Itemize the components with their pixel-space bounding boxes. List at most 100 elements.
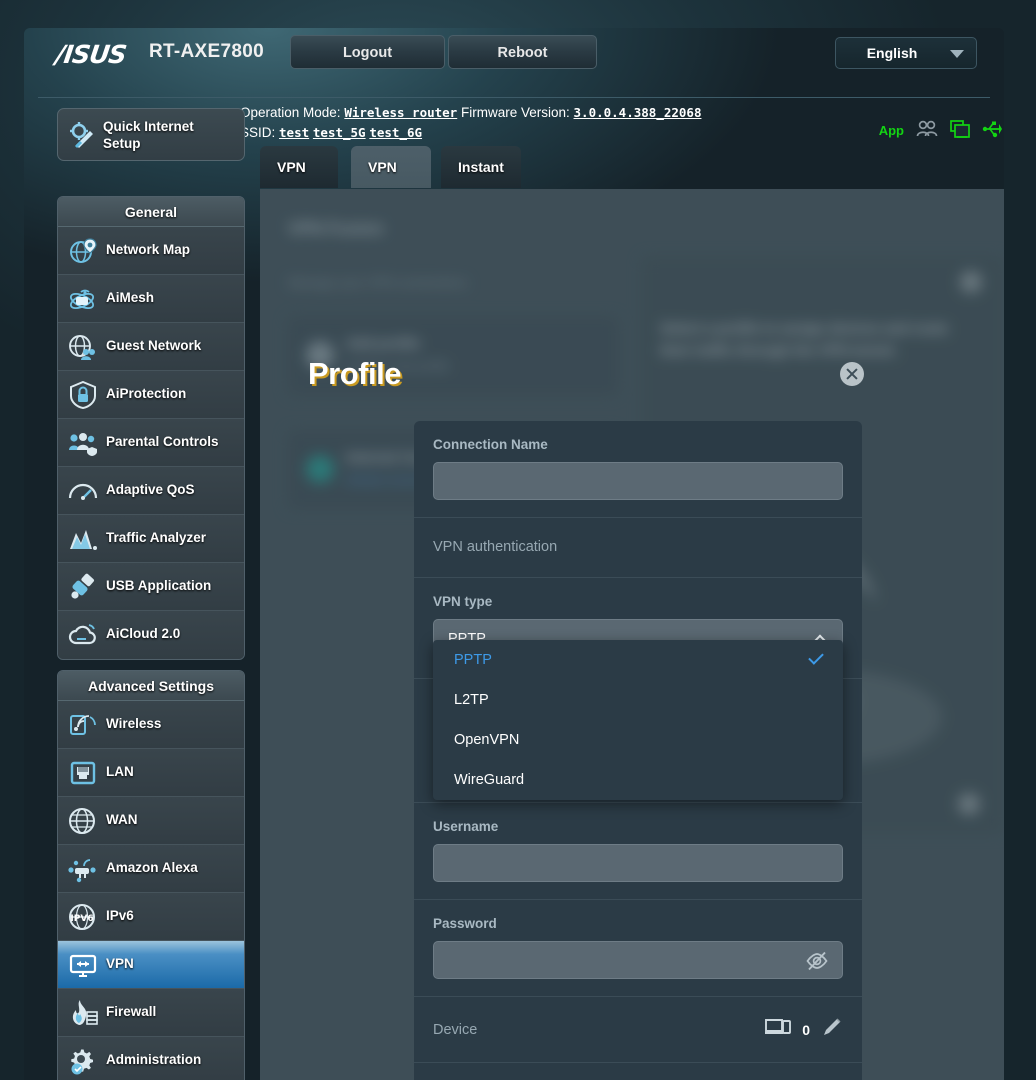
sidebar-label: Guest Network — [106, 338, 202, 353]
sidebar-label: Firewall — [106, 1004, 157, 1019]
username-label: Username — [433, 819, 499, 834]
username-row: Username — [414, 803, 862, 900]
option-label: WireGuard — [454, 772, 525, 788]
device-count: 0 — [802, 1021, 810, 1038]
traffic-analyzer-icon — [68, 525, 98, 553]
sidebar-item-aimesh[interactable]: AiMesh — [58, 275, 244, 323]
sidebar-item-lan[interactable]: LAN — [58, 749, 244, 797]
option-label: L2TP — [454, 692, 489, 708]
dropdown-option-wireguard[interactable]: WireGuard — [433, 760, 843, 800]
usb-icon[interactable] — [982, 120, 1002, 141]
tab-vpn-fusion[interactable]: VPN Fusion — [351, 146, 431, 217]
amazon-alexa-icon — [68, 855, 98, 883]
sidebar-label: Network Map — [106, 242, 191, 257]
pencil-icon[interactable] — [821, 1016, 843, 1043]
firmware-label: Firmware Version: — [460, 105, 570, 120]
firmware-value[interactable]: 3.0.0.4.388_22068 — [574, 105, 702, 120]
password-row: Password — [414, 900, 862, 997]
ssid-2g[interactable]: test — [279, 125, 309, 140]
dropdown-option-pptp[interactable]: PPTP — [433, 640, 843, 680]
sidebar-item-usb-application[interactable]: USB Application — [58, 563, 244, 611]
sidebar-item-network-map[interactable]: Network Map — [58, 227, 244, 275]
devices-icon — [765, 1017, 792, 1042]
sidebar-item-guest-network[interactable]: Guest Network — [58, 323, 244, 371]
ssid-6g[interactable]: test_6G — [369, 125, 422, 140]
content-panel: VPN Fusion Manage your VPN connections A… — [260, 189, 1004, 1080]
sidebar-label: AiProtection — [106, 386, 187, 401]
operation-mode-label: Operation Mode: — [240, 105, 341, 120]
password-input[interactable] — [433, 941, 843, 979]
aimesh-icon — [68, 285, 98, 313]
sidebar-item-wireless[interactable]: Wireless — [58, 701, 244, 749]
sidebar-item-ipv6[interactable]: IPV6 IPv6 — [58, 893, 244, 941]
guest-network-icon — [68, 333, 98, 361]
connection-name-input[interactable] — [433, 462, 843, 500]
system-info-strip: Operation Mode: Wireless router Firmware… — [240, 76, 1004, 140]
usb-devices-icon[interactable] — [950, 120, 970, 141]
sidebar-label: Wireless — [106, 716, 162, 731]
menu-general-heading: General — [58, 197, 244, 227]
sidebar-item-wan[interactable]: WAN — [58, 797, 244, 845]
sidebar-label: Adaptive QoS — [106, 482, 195, 497]
sidebar-label: Traffic Analyzer — [106, 530, 207, 545]
sidebar-item-administration[interactable]: Administration — [58, 1037, 244, 1080]
svg-text:IPV6: IPV6 — [70, 914, 93, 924]
vpn-type-dropdown[interactable]: PPTP L2TP OpenVPN WireGuard — [433, 640, 843, 800]
sidebar-label: Parental Controls — [106, 434, 219, 449]
ssid-label: SSID: — [240, 125, 276, 140]
device-controls: 0 — [765, 1016, 843, 1043]
check-icon — [808, 649, 824, 665]
sidebar-label: Administration — [106, 1052, 202, 1067]
profile-dialog: Connection Name VPN authentication VPN t… — [414, 421, 862, 1080]
ssid-5g[interactable]: test_5G — [313, 125, 366, 140]
sidebar-item-traffic-analyzer[interactable]: Traffic Analyzer — [58, 515, 244, 563]
lan-icon — [68, 759, 98, 787]
operation-mode-value[interactable]: Wireless router — [344, 105, 457, 120]
sidebar-item-parental-controls[interactable]: Parental Controls — [58, 419, 244, 467]
sidebar-label: WAN — [106, 812, 138, 827]
sidebar-item-amazon-alexa[interactable]: Amazon Alexa — [58, 845, 244, 893]
quick-setup-label: Quick Internet Setup — [103, 119, 194, 151]
sidebar-item-adaptive-qos[interactable]: Adaptive QoS — [58, 467, 244, 515]
sidebar-item-vpn[interactable]: VPN — [58, 941, 244, 989]
sidebar-label: IPv6 — [106, 908, 134, 923]
language-selector[interactable]: English — [835, 37, 977, 69]
username-input[interactable] — [433, 844, 843, 882]
asus-logo: /ISUS — [53, 40, 128, 69]
tab-vpn-server[interactable]: VPN Server — [260, 146, 338, 217]
eye-slash-icon[interactable] — [806, 951, 828, 976]
menu-advanced: Advanced Settings Wireless LAN WAN Amazo… — [57, 670, 245, 1080]
wireless-icon — [68, 711, 98, 739]
connection-name-row: Connection Name — [414, 421, 862, 518]
dropdown-option-openvpn[interactable]: OpenVPN — [433, 720, 843, 760]
sidebar-item-aicloud[interactable]: AiCloud 2.0 — [58, 611, 244, 659]
device-label: Device — [433, 1021, 478, 1038]
close-icon[interactable] — [840, 362, 864, 386]
wan-globe-icon — [68, 807, 98, 835]
vpn-type-row: VPN type PPTP PPTP L2TP OpenVPN WireGuar… — [414, 578, 862, 800]
quick-internet-setup-button[interactable]: Quick Internet Setup — [57, 108, 245, 161]
aiprotection-shield-icon — [68, 380, 98, 410]
sidebar-item-firewall[interactable]: Firewall — [58, 989, 244, 1037]
sidebar-label: VPN — [106, 956, 134, 971]
vpn-authentication-row: VPN authentication — [414, 518, 862, 578]
clients-icon[interactable] — [916, 120, 938, 141]
app-link[interactable]: App — [879, 123, 904, 138]
option-label: OpenVPN — [454, 732, 520, 748]
sidebar-label: LAN — [106, 764, 134, 779]
vpn-icon — [68, 951, 98, 979]
vpn-authentication-label: VPN authentication — [433, 539, 558, 555]
menu-advanced-heading: Advanced Settings — [58, 671, 244, 701]
ipv6-icon: IPV6 — [68, 903, 98, 931]
reboot-button[interactable]: Reboot — [448, 35, 597, 69]
quick-setup-icon — [68, 121, 98, 156]
sidebar-item-aiprotection[interactable]: AiProtection — [58, 371, 244, 419]
usb-application-icon — [68, 573, 98, 601]
tab-instant-guard[interactable]: Instant Guard — [441, 146, 521, 217]
top-bar: /ISUS RT-AXE7800 Logout Reboot English — [24, 28, 1004, 75]
dropdown-option-l2tp[interactable]: L2TP — [433, 680, 843, 720]
password-label: Password — [433, 916, 497, 931]
logout-button[interactable]: Logout — [290, 35, 445, 69]
firewall-flame-icon — [68, 999, 98, 1027]
router-admin-window: /ISUS RT-AXE7800 Logout Reboot English O… — [24, 28, 1004, 1080]
